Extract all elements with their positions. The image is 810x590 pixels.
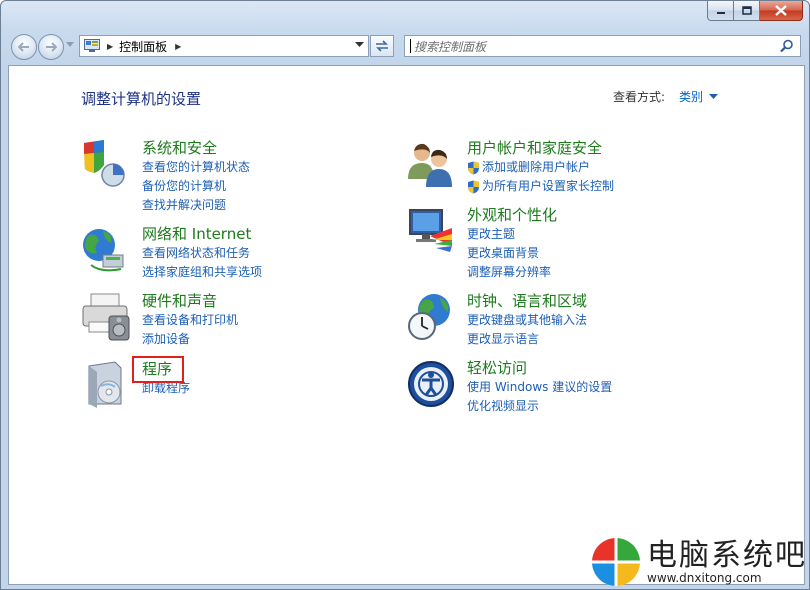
category-title[interactable]: 网络和 Internet xyxy=(142,223,251,244)
category-link[interactable]: 为所有用户设置家长控制 xyxy=(467,177,614,196)
category-title[interactable]: 轻松访问 xyxy=(467,357,527,378)
arrow-left-icon xyxy=(18,42,29,52)
breadcrumb-chevron-icon[interactable]: ▶ xyxy=(175,42,181,51)
category-title[interactable]: 时钟、语言和区域 xyxy=(467,290,587,311)
user-accounts-icon[interactable] xyxy=(406,139,456,189)
control-panel-icon xyxy=(84,39,100,52)
category-link[interactable]: 查看网络状态和任务 xyxy=(142,244,262,263)
category-link[interactable]: 查找并解决问题 xyxy=(142,196,250,215)
category-link[interactable]: 查看您的计算机状态 xyxy=(142,158,250,177)
clock-language-icon[interactable] xyxy=(406,292,456,342)
category-link[interactable]: 添加设备 xyxy=(142,330,238,349)
back-button[interactable] xyxy=(11,34,37,60)
category-link[interactable]: 更改显示语言 xyxy=(467,330,587,349)
maximize-icon xyxy=(741,5,752,15)
ease-of-access-icon[interactable] xyxy=(406,359,456,409)
content-pane: 调整计算机的设置 查看方式: 类别 系统和安全 查看您的计算机状态 备份您的计算… xyxy=(8,65,805,585)
programs-icon[interactable] xyxy=(81,360,131,410)
category-link[interactable]: 备份您的计算机 xyxy=(142,177,250,196)
arrow-right-icon xyxy=(46,42,57,52)
category-link[interactable]: 使用 Windows 建议的设置 xyxy=(467,378,612,397)
breadcrumb-separator-icon[interactable]: ▶ xyxy=(107,42,113,51)
forward-button[interactable] xyxy=(38,34,64,60)
category-link[interactable]: 添加或删除用户帐户 xyxy=(467,158,614,177)
address-dropdown-icon[interactable] xyxy=(355,42,364,48)
control-panel-window: ▶ 控制面板 ▶ 搜索控制面板 调整计算机的设置 查看方式: 类别 系统和安全 … xyxy=(0,0,810,590)
category-title[interactable]: 硬件和声音 xyxy=(142,290,217,311)
category-link[interactable]: 优化视频显示 xyxy=(467,397,612,416)
category-link[interactable]: 选择家庭组和共享选项 xyxy=(142,263,262,282)
breadcrumb-control-panel[interactable]: 控制面板 xyxy=(119,38,167,55)
system-security-icon[interactable] xyxy=(81,139,131,189)
appearance-icon[interactable] xyxy=(406,206,456,256)
category-title[interactable]: 系统和安全 xyxy=(142,137,217,158)
view-by: 查看方式: 类别 xyxy=(613,88,719,105)
minimize-icon xyxy=(716,11,725,14)
watermark-name: 电脑系统吧 xyxy=(647,537,807,573)
close-icon xyxy=(775,5,787,16)
search-placeholder[interactable]: 搜索控制面板 xyxy=(414,38,486,55)
category-link[interactable]: 更改键盘或其他输入法 xyxy=(467,311,587,330)
recent-pages-chevron-icon[interactable] xyxy=(66,42,74,48)
view-by-dropdown[interactable]: 类别 xyxy=(679,88,703,105)
chevron-down-icon[interactable] xyxy=(709,93,719,100)
category-link-label[interactable]: 添加或删除用户帐户 xyxy=(482,158,590,177)
search-box[interactable]: 搜索控制面板 xyxy=(404,35,801,57)
category-link[interactable]: 更改桌面背景 xyxy=(467,244,551,263)
category-link[interactable]: 更改主题 xyxy=(467,225,551,244)
watermark: 电脑系统吧 www.dnxitong.com xyxy=(591,537,807,587)
maximize-button[interactable] xyxy=(734,1,760,21)
category-title[interactable]: 用户帐户和家庭安全 xyxy=(467,137,602,158)
hardware-sound-icon[interactable] xyxy=(81,292,131,342)
refresh-button[interactable] xyxy=(370,35,394,57)
category-link[interactable]: 调整屏幕分辨率 xyxy=(467,263,551,282)
windows-logo-icon xyxy=(592,538,640,586)
address-bar[interactable]: ▶ 控制面板 ▶ xyxy=(79,35,369,57)
refresh-icon xyxy=(376,40,388,52)
network-internet-icon[interactable] xyxy=(81,225,131,275)
minimize-button[interactable] xyxy=(707,1,734,21)
search-icon[interactable] xyxy=(780,39,794,53)
caption-buttons xyxy=(707,1,803,21)
close-button[interactable] xyxy=(760,1,803,21)
uac-shield-icon xyxy=(468,180,479,193)
uac-shield-icon xyxy=(468,161,479,174)
watermark-url: www.dnxitong.com xyxy=(647,570,762,585)
view-by-label: 查看方式: xyxy=(613,90,666,104)
highlight-box xyxy=(132,356,184,383)
category-link[interactable]: 查看设备和打印机 xyxy=(142,311,238,330)
page-title: 调整计算机的设置 xyxy=(81,90,202,108)
category-title[interactable]: 外观和个性化 xyxy=(467,204,557,225)
category-link-label[interactable]: 为所有用户设置家长控制 xyxy=(482,177,614,196)
text-caret xyxy=(410,39,411,53)
